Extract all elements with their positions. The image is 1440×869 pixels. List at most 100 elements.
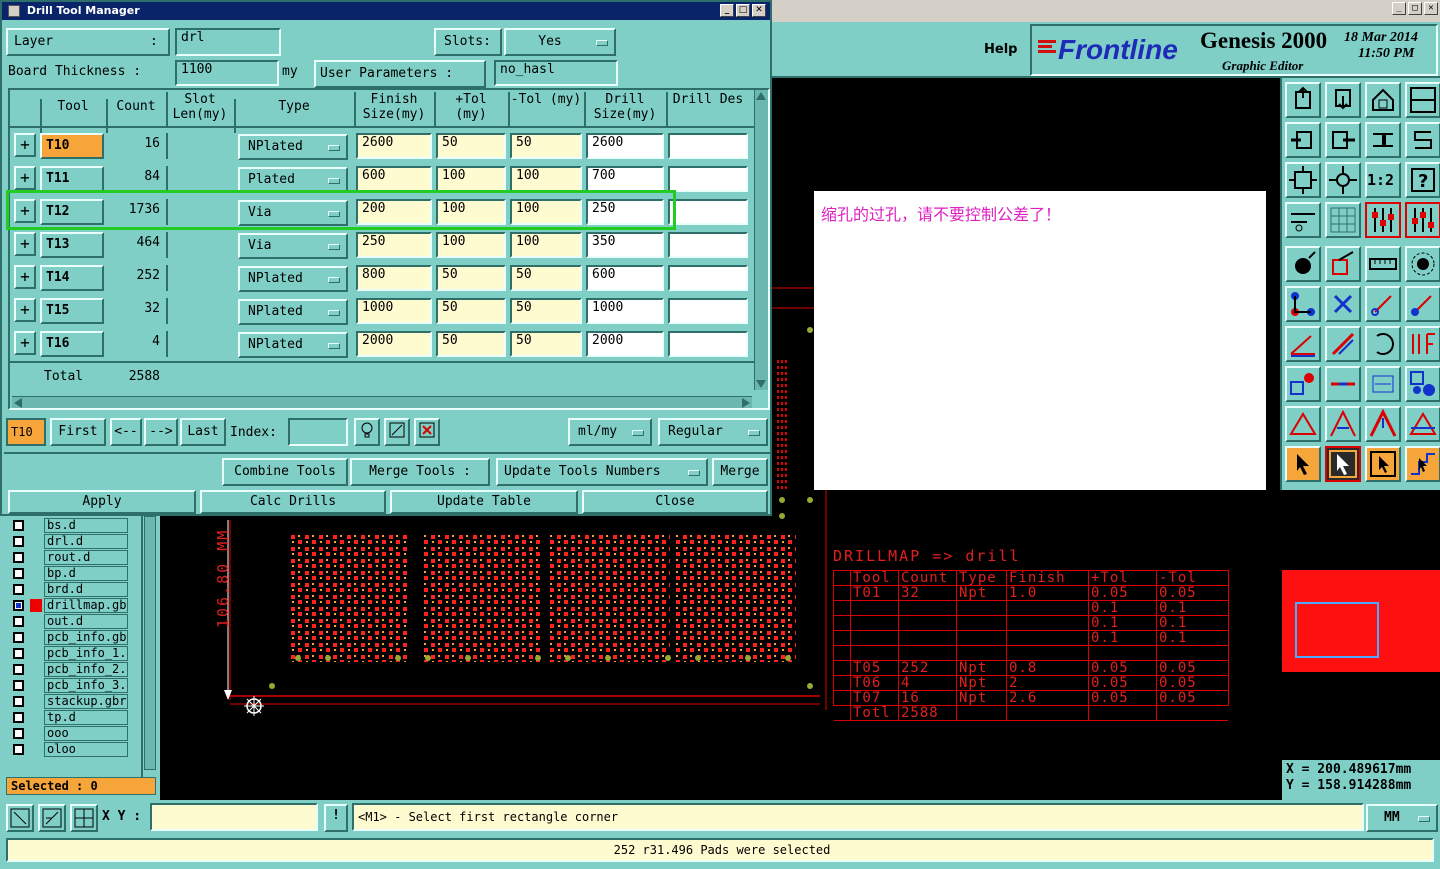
scroll-left-icon[interactable] <box>14 398 22 408</box>
layer-item[interactable]: drl.d <box>44 534 128 549</box>
tool-home-icon[interactable] <box>1365 82 1401 118</box>
tool-sliders-red-icon[interactable] <box>1365 202 1401 238</box>
plus-tol-input[interactable]: 50 <box>436 133 506 159</box>
drill-size-input[interactable]: 2000 <box>586 331 664 357</box>
scroll-up-icon[interactable] <box>756 92 766 100</box>
tool-line-node-icon[interactable] <box>1365 286 1401 322</box>
update-tools-numbers-dropdown[interactable]: Update Tools Numbers <box>496 458 708 486</box>
minus-tol-input[interactable]: 100 <box>510 232 582 258</box>
apply-button[interactable]: Apply <box>8 490 196 514</box>
merge-button[interactable]: Merge <box>712 458 768 486</box>
board-thickness-input[interactable]: 1100 <box>175 60 279 86</box>
layer-checkbox[interactable] <box>13 664 24 675</box>
tool-hline-icon[interactable] <box>1325 366 1361 402</box>
minus-tol-input[interactable]: 50 <box>510 331 582 357</box>
tool-triangle-d-icon[interactable] <box>1405 406 1440 442</box>
minus-tol-input[interactable]: 50 <box>510 265 582 291</box>
close-window-button[interactable]: ✕ <box>1424 2 1438 15</box>
finish-size-input[interactable]: 2600 <box>356 133 432 159</box>
index-input[interactable] <box>288 418 348 446</box>
tool-hide-icon[interactable] <box>1325 82 1361 118</box>
tool-id-cell[interactable]: T10 <box>40 133 104 159</box>
plus-tol-input[interactable]: 50 <box>436 298 506 324</box>
table-vscrollbar[interactable] <box>754 90 768 390</box>
tool-line-end-icon[interactable] <box>1405 286 1440 322</box>
scroll-down-icon[interactable] <box>756 380 766 388</box>
tool-pointer-path-icon[interactable] <box>1405 446 1440 482</box>
dialog-close-button[interactable]: ✕ <box>752 4 766 17</box>
column-header[interactable]: -Tol (my) <box>508 92 582 126</box>
column-header[interactable]: Count <box>106 99 164 133</box>
layer-checkbox[interactable] <box>13 744 24 755</box>
tool-id-cell[interactable]: T11 <box>40 166 104 192</box>
tool-s-curve-icon[interactable] <box>1405 122 1440 158</box>
tool-pointer-rect-icon[interactable] <box>1365 446 1401 482</box>
tool-sliders-icon[interactable] <box>1405 202 1440 238</box>
tool-pointer-icon[interactable] <box>1285 446 1321 482</box>
drill-size-input[interactable]: 600 <box>586 265 664 291</box>
layer-checkbox[interactable] <box>13 536 24 547</box>
layer-checkbox[interactable] <box>13 648 24 659</box>
drill-des-input[interactable] <box>668 166 748 192</box>
column-header[interactable]: Tool <box>40 99 104 133</box>
column-header[interactable]: Finish Size(my) <box>354 92 432 126</box>
row-expand-button[interactable]: + <box>14 166 36 190</box>
layer-checkbox[interactable] <box>13 520 24 531</box>
drill-size-input[interactable]: 1000 <box>586 298 664 324</box>
tool-id-cell[interactable]: T13 <box>40 232 104 258</box>
type-dropdown[interactable]: NPlated <box>238 299 348 325</box>
tool-diagonal-icon[interactable] <box>1325 326 1361 362</box>
layer-checkbox[interactable] <box>13 568 24 579</box>
layer-item[interactable]: pcb_info.gbr <box>44 630 128 645</box>
tool-pan-left-icon[interactable] <box>1285 122 1321 158</box>
finish-size-input[interactable]: 2000 <box>356 331 432 357</box>
tool-id-cell[interactable]: T16 <box>40 331 104 357</box>
layer-item[interactable]: stackup.gbr <box>44 694 128 709</box>
layer-item[interactable]: brd.d <box>44 582 128 597</box>
tool-triangle-c-icon[interactable] <box>1365 406 1401 442</box>
column-header[interactable]: Drill Size(my) <box>584 92 664 126</box>
combine-tools-button[interactable]: Combine Tools <box>222 458 348 486</box>
maximize-button[interactable]: □ <box>1408 2 1422 15</box>
drill-des-input[interactable] <box>668 265 748 291</box>
tool-rect-edit-icon[interactable] <box>1325 246 1361 282</box>
tool-triangle-a-icon[interactable] <box>1285 406 1321 442</box>
units-select[interactable]: ml/my <box>568 418 652 446</box>
layer-checkbox[interactable] <box>13 712 24 723</box>
finish-size-input[interactable]: 600 <box>356 166 432 192</box>
tool-help-icon[interactable]: ? <box>1405 162 1440 198</box>
layer-checkbox[interactable] <box>13 680 24 691</box>
drill-des-input[interactable] <box>668 199 748 225</box>
tool-center-icon[interactable] <box>1325 162 1361 198</box>
calc-drills-button[interactable]: Calc Drills <box>200 490 386 514</box>
tool-swap-icon[interactable] <box>1365 122 1401 158</box>
layer-input[interactable]: drl <box>175 28 281 56</box>
tool-angle-icon[interactable] <box>1285 326 1321 362</box>
close-button[interactable]: Close <box>582 490 768 514</box>
prev-button[interactable]: <-- <box>110 418 142 446</box>
tool-scale-icon[interactable]: 1:2 <box>1365 162 1401 198</box>
layer-item[interactable]: rout.d <box>44 550 128 565</box>
layer-checkbox[interactable] <box>13 728 24 739</box>
user-params-input[interactable]: no_hasl <box>494 60 618 86</box>
slots-dropdown[interactable]: Yes <box>504 28 616 56</box>
row-expand-button[interactable]: + <box>14 298 36 322</box>
measure-button[interactable] <box>38 804 66 832</box>
scroll-right-icon[interactable] <box>742 398 750 408</box>
layer-scrollbar[interactable] <box>144 516 156 770</box>
xy-input[interactable] <box>150 803 318 831</box>
tool-pointer-box-icon[interactable] <box>1325 446 1361 482</box>
tool-triangle-b-icon[interactable] <box>1325 406 1361 442</box>
plus-tol-input[interactable]: 100 <box>436 232 506 258</box>
help-button[interactable]: Help <box>984 42 1017 57</box>
drill-size-input[interactable]: 350 <box>586 232 664 258</box>
drill-size-input[interactable]: 2600 <box>586 133 664 159</box>
type-dropdown[interactable]: NPlated <box>238 332 348 358</box>
last-button[interactable]: Last <box>180 418 226 446</box>
index-delete-button[interactable] <box>414 418 440 446</box>
layer-item[interactable]: pcb_info_2.gbr <box>44 662 128 677</box>
layer-item[interactable]: pcb_info_3.gbr <box>44 678 128 693</box>
column-header[interactable]: +Tol (my) <box>434 92 506 126</box>
layer-item[interactable]: bp.d <box>44 566 128 581</box>
tool-group-icon[interactable] <box>1405 366 1440 402</box>
